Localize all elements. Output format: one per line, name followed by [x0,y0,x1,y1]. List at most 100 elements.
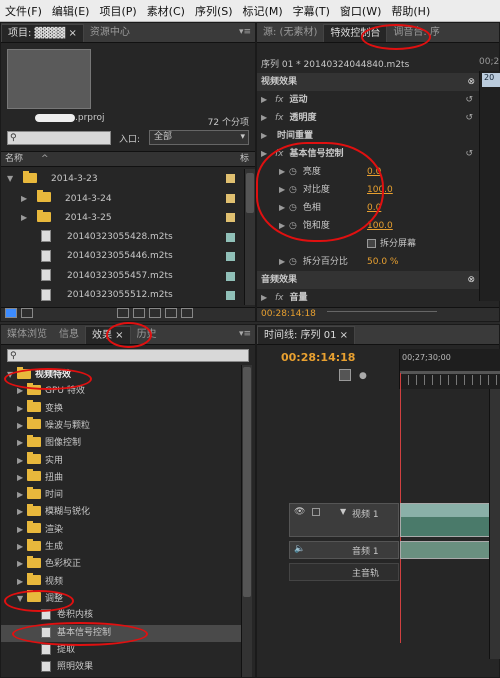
list-item[interactable]: ▶ 模糊与锐化 [1,503,241,520]
expand-icon[interactable]: ▼ [340,507,346,516]
icon-view-icon[interactable] [21,308,33,318]
timeline-scrollbar[interactable] [489,389,500,659]
effect-time-remap[interactable]: ▶ 时间重置 [257,127,479,145]
project-search-field[interactable]: ⚲ [7,131,111,145]
lock-toggle[interactable] [312,508,320,516]
reset-icon[interactable]: ↺ [465,109,473,127]
tab-source[interactable]: 源: (无素材) [257,24,323,42]
work-area-bar[interactable] [400,371,500,374]
audio-clip[interactable] [400,541,500,559]
tab-info[interactable]: 信息 [53,326,85,344]
menu-item-0[interactable]: 文件(F) [0,3,47,19]
effects-panel-menu-icon[interactable]: ▾≡ [239,329,251,339]
effects-search-field[interactable]: ⚲ [7,349,249,362]
list-item[interactable]: ▶ 2014-3-24 [1,189,241,208]
menu-item-6[interactable]: 字幕(T) [288,3,335,19]
snap-icon[interactable] [339,369,351,381]
split-percent-value[interactable]: 50.0 % [367,253,398,271]
list-item[interactable]: ▶ 渲染 [1,521,241,538]
project-scrollbar[interactable] [244,169,255,305]
chevron-right-icon[interactable]: ▶ [17,538,27,555]
list-item[interactable]: ▶ 2014-3-25 [1,208,241,227]
list-item[interactable]: 20140323055446.m2ts [1,247,241,266]
new-bin-icon[interactable] [149,308,161,318]
chevron-right-icon[interactable]: ▶ [21,189,31,208]
effects-scrollbar[interactable] [241,365,252,677]
effect-item[interactable]: 提取 [1,642,241,659]
chevron-right-icon[interactable]: ▶ [261,127,271,145]
menu-item-1[interactable]: 编辑(E) [47,3,95,19]
collapse-icon[interactable]: ⊗ [467,73,475,91]
eye-icon[interactable]: 👁 [294,507,305,517]
list-item[interactable]: 20140323055428.m2ts [1,228,241,247]
effect-motion[interactable]: ▶ fx 运动 ↺ [257,91,479,109]
tab-project[interactable]: 项目: ▓▓▓▓ × [1,24,84,42]
list-view-icon[interactable] [5,308,17,318]
menu-item-3[interactable]: 素材(C) [142,3,190,19]
video-effects-header[interactable]: 视频效果 ⊗ [257,73,479,91]
list-item[interactable]: ▶ 变换 [1,400,241,417]
list-item[interactable]: ▶ 扭曲 [1,469,241,486]
chevron-right-icon[interactable]: ▶ [261,91,271,109]
list-item[interactable]: ▶ 视频 [1,573,241,590]
fx-icon[interactable]: fx [275,113,284,123]
zoom-slider[interactable] [327,311,437,317]
list-item[interactable]: 20140323055512.m2ts [1,286,241,305]
audio-effects-header[interactable]: 音频效果 ⊗ [257,271,479,289]
timeline-timecode[interactable]: 00:28:14:18 [281,351,355,364]
chevron-right-icon[interactable]: ▶ [17,573,27,590]
in-select[interactable]: 全部 ▾ [149,130,249,145]
delete-icon[interactable] [181,308,193,318]
effect-opacity[interactable]: ▶ fx 透明度 ↺ [257,109,479,127]
effect-volume[interactable]: ▶ fx 音量 [257,289,479,307]
chevron-down-icon[interactable]: ▼ [7,169,17,188]
reset-icon[interactable]: ↺ [465,91,473,109]
split-screen-checkbox[interactable] [367,239,376,248]
chevron-right-icon[interactable]: ▶ [17,469,27,486]
list-item[interactable]: ▼ 2014-3-23 [1,169,241,188]
automate-icon[interactable] [117,308,129,318]
chevron-right-icon[interactable]: ▶ [261,289,271,307]
chevron-right-icon[interactable]: ▶ [17,503,27,520]
chevron-right-icon[interactable]: ▶ [17,452,27,469]
chevron-right-icon[interactable]: ▶ [17,521,27,538]
chevron-right-icon[interactable]: ▶ [279,253,289,271]
list-item[interactable]: ▶ 图像控制 [1,434,241,451]
chevron-right-icon[interactable]: ▶ [261,109,271,127]
tab-timeline[interactable]: 时间线: 序列 01 × [257,326,356,344]
menu-item-2[interactable]: 项目(P) [94,3,141,19]
tab-resource-center[interactable]: 资源中心 [84,24,136,42]
list-item[interactable]: 20140323055457.m2ts [1,267,241,286]
chevron-right-icon[interactable]: ▶ [17,400,27,417]
find-icon[interactable] [133,308,145,318]
col-name[interactable]: 名称 [1,154,23,164]
new-item-icon[interactable] [165,308,177,318]
stopwatch-icon[interactable]: ◷ [289,257,297,267]
menu-item-8[interactable]: 帮助(H) [386,3,435,19]
list-item[interactable]: ▶ 色彩校正 [1,555,241,572]
collapse-icon[interactable]: ⊗ [467,271,475,289]
chevron-right-icon[interactable]: ▶ [17,417,27,434]
time-ruler[interactable]: 00;27;30;00 [399,349,500,389]
list-item[interactable]: ▶ 实用 [1,452,241,469]
split-percent-row[interactable]: ▶ ◷ 拆分百分比 50.0 % [257,253,479,271]
menu-item-4[interactable]: 序列(S) [190,3,238,19]
list-item[interactable]: ▶ 时间 [1,486,241,503]
col-label[interactable]: 标 [240,152,249,167]
fx-icon[interactable]: fx [275,95,284,105]
menu-item-5[interactable]: 标记(M) [238,3,288,19]
reset-icon[interactable]: ↺ [465,145,473,163]
list-item[interactable]: ▶ 生成 [1,538,241,555]
chevron-right-icon[interactable]: ▶ [17,486,27,503]
marker-icon[interactable]: ● [359,371,367,381]
panel-menu-icon[interactable]: ▾≡ [239,27,251,37]
list-item[interactable]: ▶ 噪波与颗粒 [1,417,241,434]
effect-timecode[interactable]: 00:28:14:18 [257,309,316,319]
fx-icon[interactable]: fx [275,293,284,303]
chevron-right-icon[interactable]: ▶ [21,208,31,227]
menu-item-7[interactable]: 窗口(W) [335,3,386,19]
chevron-right-icon[interactable]: ▶ [17,434,27,451]
effect-item[interactable]: 照明效果 [1,659,241,676]
video-clip[interactable] [400,503,500,537]
chevron-right-icon[interactable]: ▶ [17,555,27,572]
